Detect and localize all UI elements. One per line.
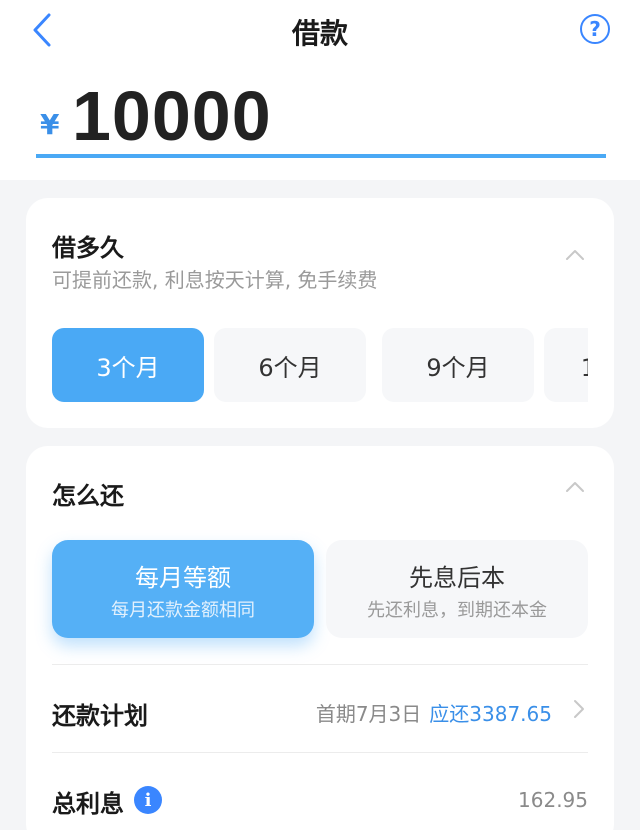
total-interest-value: 162.95 [518,788,588,812]
divider [52,752,588,753]
duration-option-6-months[interactable]: 6个月 [214,328,366,402]
duration-option-12-months[interactable]: 12个月 [544,328,588,402]
repayment-plan-label[interactable]: 还款计划 [52,696,148,731]
repayment-title: 怎么还 [52,482,124,510]
divider [52,664,588,665]
duration-subtitle: 可提前还款, 利息按天计算, 免手续费 [52,268,378,292]
duration-option-9-months[interactable]: 9个月 [382,328,534,402]
top-section: 借款 ? ¥ [0,0,640,180]
nav-bar: 借款 ? [0,0,640,64]
first-payment-date: 首期7月3日 [315,702,422,726]
page-title: 借款 [291,17,348,50]
duration-options: 3个月 6个月 9个月 12个月 [52,328,588,402]
repay-method-label: 每月等额 [135,564,231,592]
amount-field: ¥ [36,78,606,158]
repay-method-desc: 每月还款金额相同 [111,600,255,621]
duration-title: 借多久 [52,234,124,262]
help-button[interactable]: ? [580,14,610,44]
total-interest-label: 总利息 [52,790,124,818]
chevron-right-icon[interactable] [568,698,590,720]
chevron-up-icon[interactable] [564,476,586,498]
repayment-card: 怎么还 每月等额 每月还款金额相同 先息后本 先还利息，到期还本金 还款计划 首… [26,446,614,830]
repay-method-interest-first[interactable]: 先息后本 先还利息，到期还本金 [326,540,588,638]
duration-option-3-months[interactable]: 3个月 [52,328,204,402]
question-circle-icon: ? [589,17,601,41]
info-icon[interactable]: i [134,786,162,814]
first-payment-amount: 应还3387.65 [429,702,552,726]
duration-card: 借多久 可提前还款, 利息按天计算, 免手续费 3个月 6个月 9个月 12个月 [26,198,614,428]
repay-method-desc: 先还利息，到期还本金 [367,600,547,621]
repayment-plan-info[interactable]: 首期7月3日 应还3387.65 [316,698,552,727]
amount-input[interactable] [72,78,592,154]
chevron-up-icon[interactable] [564,244,586,266]
repay-method-equal-monthly[interactable]: 每月等额 每月还款金额相同 [52,540,314,638]
currency-symbol: ¥ [40,108,60,141]
repay-method-label: 先息后本 [409,564,505,592]
